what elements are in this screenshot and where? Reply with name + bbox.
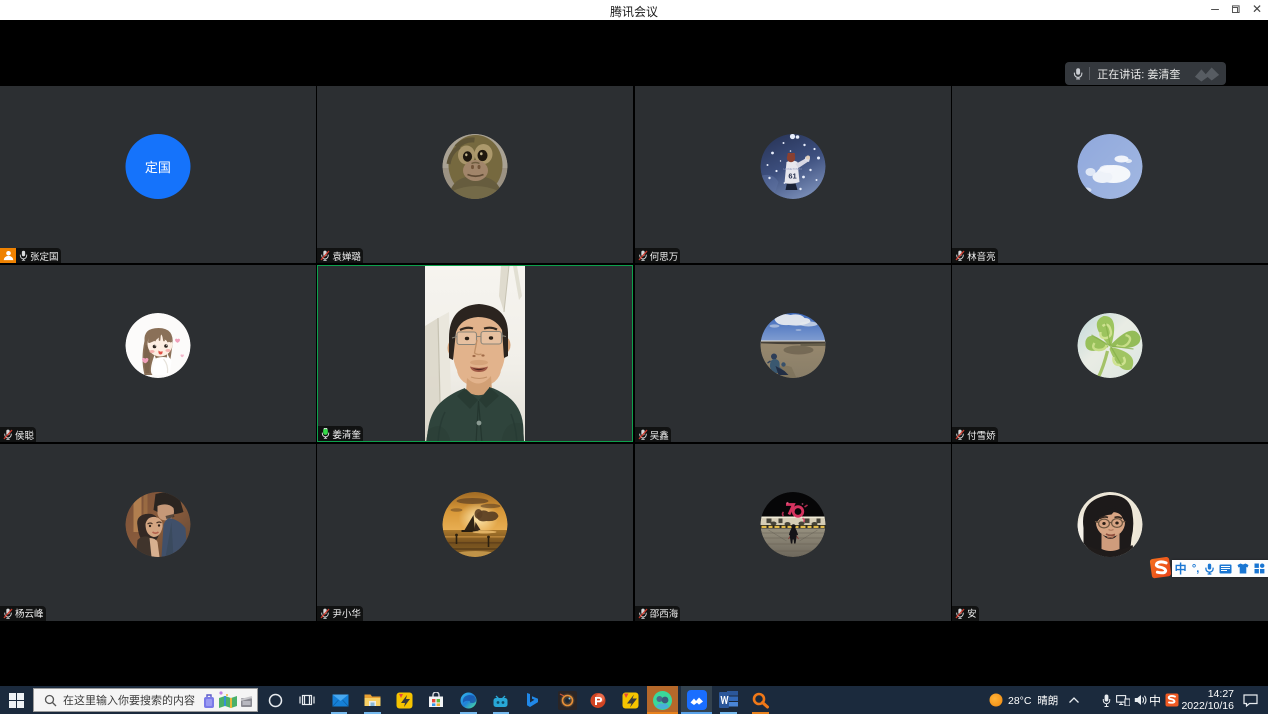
svg-text:61: 61 (788, 172, 796, 181)
svg-text:HOMETOWN: HOMETOWN (783, 167, 801, 171)
